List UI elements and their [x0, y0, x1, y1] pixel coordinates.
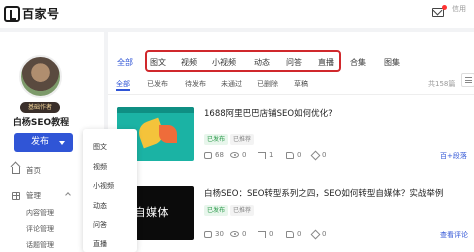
dropdown-item-video[interactable]: 视频 — [93, 162, 107, 172]
logo-mark-icon — [4, 5, 20, 22]
thumbnail-bar — [117, 107, 194, 113]
topbar-user-link[interactable]: 信用 — [452, 4, 466, 14]
avatar[interactable] — [19, 55, 62, 98]
sidebar-subitem-comments[interactable]: 评论管理 — [26, 224, 54, 234]
sidebar-item-label: 首页 — [26, 166, 41, 175]
favorite-count: 0 — [310, 150, 327, 160]
tab-highlight-box — [145, 50, 341, 72]
status-badge: 已发布 — [204, 134, 229, 145]
share-count-value: 0 — [269, 230, 274, 238]
sidebar-subitem-content[interactable]: 内容管理 — [26, 208, 54, 218]
comment-count[interactable]: 68 — [204, 151, 224, 159]
filter-icon — [465, 77, 472, 83]
home-icon — [12, 167, 20, 174]
dropdown-item-qa[interactable]: 问答 — [93, 220, 107, 230]
top-bar: 百家号 信用 — [0, 0, 474, 28]
sidebar-item-home[interactable]: 首页 — [12, 165, 41, 176]
like-count-value: 0 — [297, 230, 302, 238]
article-action-link[interactable]: 百+段落 — [440, 151, 467, 161]
tab-all[interactable]: 全部 — [117, 57, 133, 68]
like-icon — [286, 230, 294, 238]
divider — [108, 94, 474, 95]
eye-icon — [230, 231, 239, 237]
filter-draft[interactable]: 草稿 — [294, 79, 308, 89]
comment-count-value: 68 — [215, 151, 224, 159]
favorite-count: 0 — [310, 229, 327, 239]
view-count-value: 0 — [242, 151, 247, 159]
thumbnail-shape — [159, 125, 177, 143]
filter-active-underline — [116, 89, 130, 91]
share-count-value: 1 — [269, 151, 274, 159]
logo-text: 百家号 — [22, 7, 60, 21]
share-count: 1 — [258, 151, 273, 159]
article-title[interactable]: 白杨SEO：SEO转型系列之四，SEO如何转型自媒体？实战举例 — [204, 187, 443, 199]
star-icon — [310, 150, 321, 160]
eye-icon — [230, 152, 239, 158]
like-count: 0 — [286, 151, 301, 159]
dropdown-item-short-video[interactable]: 小视频 — [93, 181, 114, 191]
publish-button[interactable]: 发布 — [14, 133, 73, 152]
share-icon — [258, 230, 266, 238]
recommend-badge: 已推荐 — [230, 134, 255, 145]
publish-button-label: 发布 — [31, 137, 50, 147]
favorite-count-value: 0 — [322, 151, 327, 159]
comment-count-value: 30 — [215, 230, 224, 238]
comment-count[interactable]: 30 — [204, 230, 224, 238]
author-level-badge: 基础作者 — [20, 102, 60, 113]
filter-published[interactable]: 已发布 — [147, 79, 168, 89]
dropdown-item-live[interactable]: 直播 — [93, 239, 107, 249]
sidebar-subitem-topics[interactable]: 话题管理 — [26, 240, 54, 250]
content-panel: 全部 图文 视频 小视频 动态 问答 直播 合集 图集 全部 已发布 待发布 未… — [108, 32, 474, 252]
grid-icon — [12, 191, 20, 200]
view-count: 0 — [230, 151, 246, 159]
total-count: 共158篇 — [428, 80, 456, 88]
dropdown-item-dynamic[interactable]: 动态 — [93, 201, 107, 211]
baijiahao-logo[interactable]: 百家号 — [4, 5, 60, 22]
tab-collection[interactable]: 合集 — [350, 57, 366, 68]
filter-deleted[interactable]: 已删除 — [257, 79, 278, 89]
filter-all[interactable]: 全部 — [116, 79, 130, 89]
notification-dot — [442, 5, 447, 10]
username: 白杨SEO教程 — [12, 118, 70, 128]
favorite-count-value: 0 — [322, 230, 327, 238]
article-title[interactable]: 1688阿里巴巴店铺SEO如何优化? — [204, 107, 333, 119]
view-count-value: 0 — [242, 230, 247, 238]
share-icon — [258, 151, 266, 159]
filter-rejected[interactable]: 未通过 — [221, 79, 242, 89]
publish-dropdown: 图文 视频 小视频 动态 问答 直播 — [83, 129, 137, 252]
share-count: 0 — [258, 230, 273, 238]
caret-down-icon — [59, 141, 65, 145]
comment-icon — [204, 151, 212, 159]
article-action-link[interactable]: 查看评论 — [440, 230, 468, 240]
comment-icon — [204, 230, 212, 238]
filter-button[interactable] — [461, 73, 474, 87]
like-count: 0 — [286, 230, 301, 238]
chevron-up-icon[interactable] — [65, 192, 71, 198]
star-icon — [310, 229, 321, 239]
like-icon — [286, 151, 294, 159]
view-count: 0 — [230, 230, 246, 238]
sidebar-item-label: 管理 — [26, 191, 41, 200]
tab-gallery[interactable]: 图集 — [384, 57, 400, 68]
status-badge: 已发布 — [204, 205, 229, 216]
like-count-value: 0 — [297, 151, 302, 159]
filter-pending[interactable]: 待发布 — [185, 79, 206, 89]
sidebar-item-manage[interactable]: 管理 — [12, 190, 41, 201]
dropdown-item-article[interactable]: 图文 — [93, 142, 107, 152]
recommend-badge: 已推荐 — [230, 205, 255, 216]
